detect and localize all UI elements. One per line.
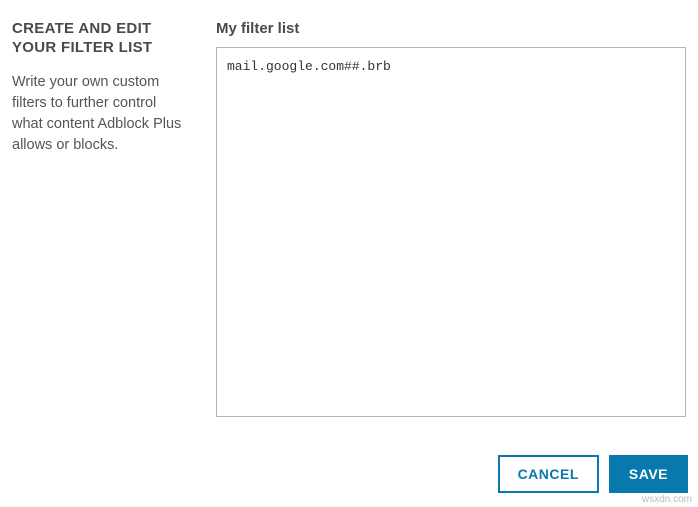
save-button[interactable]: SAVE (609, 455, 688, 493)
filter-list-label: My filter list (216, 20, 686, 37)
main-content: My filter list (216, 20, 686, 417)
filter-list-textarea[interactable] (216, 47, 686, 417)
watermark: wsxdn.com (642, 494, 692, 505)
page-container: CREATE AND EDIT YOUR FILTER LIST Write y… (0, 0, 698, 429)
cancel-button[interactable]: CANCEL (498, 455, 599, 493)
sidebar-description: Write your own custom filters to further… (12, 72, 188, 156)
button-row: CANCEL SAVE (498, 455, 688, 493)
sidebar-title: CREATE AND EDIT YOUR FILTER LIST (12, 20, 188, 58)
sidebar: CREATE AND EDIT YOUR FILTER LIST Write y… (12, 20, 188, 417)
